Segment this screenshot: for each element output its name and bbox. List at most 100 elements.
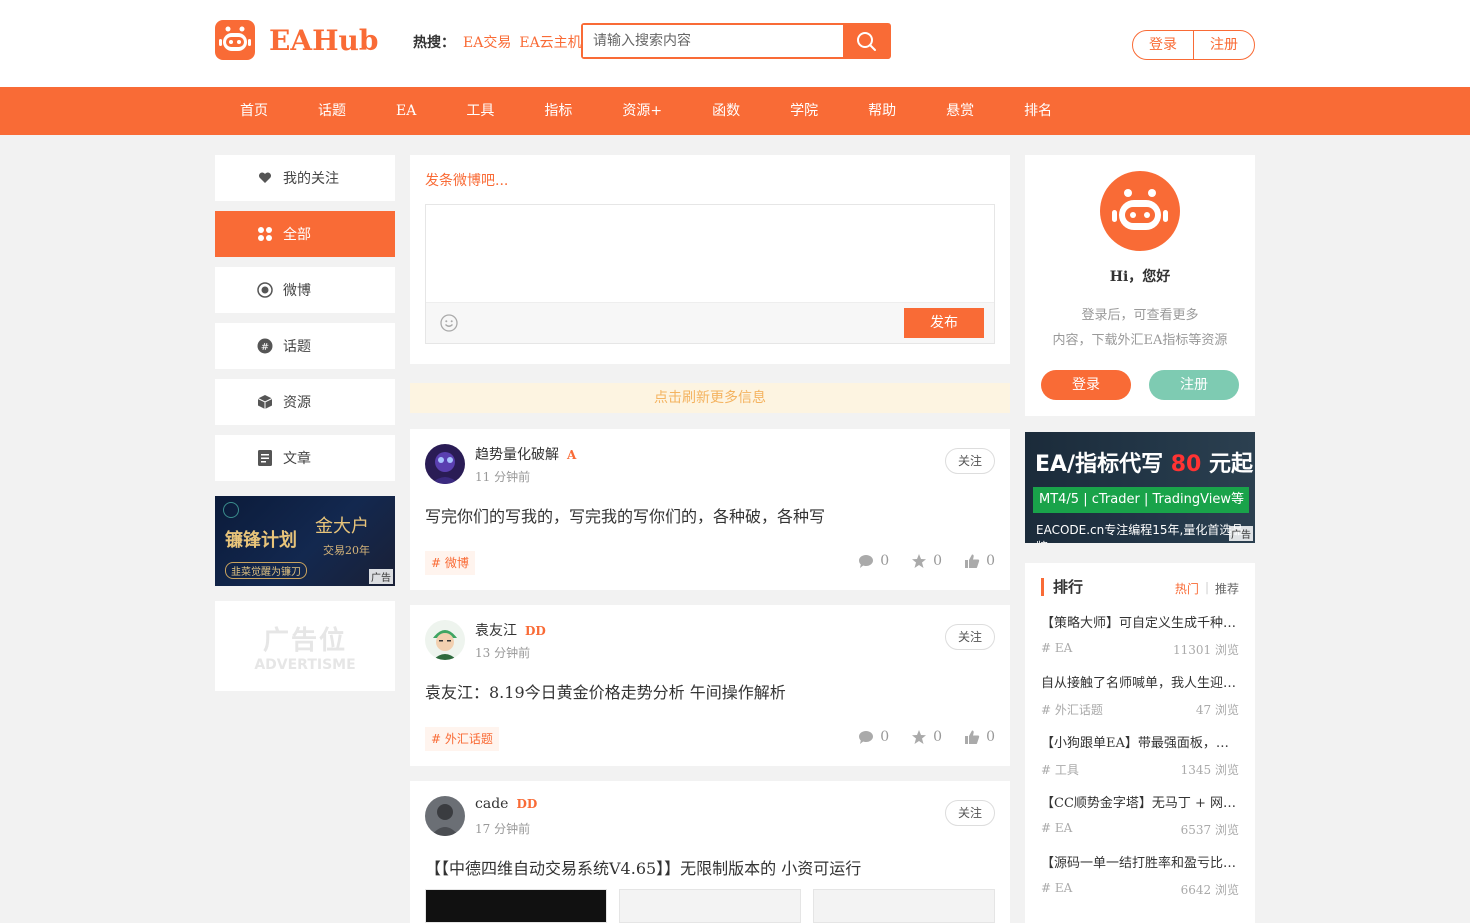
follow-button[interactable]: 关注	[945, 800, 995, 826]
ranking-item-title[interactable]: 【策略大师】可自定义生成千种…	[1041, 612, 1239, 631]
greeting: Hi，您好	[1109, 269, 1171, 285]
ranking-item-tag[interactable]: # 外汇话题	[1041, 701, 1103, 718]
nav-item-bounty[interactable]: 悬赏	[921, 87, 999, 135]
topic-tag[interactable]: # 外汇话题	[425, 727, 499, 751]
ad-placeholder-title: 广告位	[262, 625, 347, 656]
ad-text: 元起	[1201, 452, 1254, 477]
username[interactable]: cade DD	[475, 796, 537, 812]
ranking-item-tag[interactable]: # EA	[1041, 641, 1072, 658]
post-composer: 发条微博吧... 发布	[410, 155, 1010, 364]
hot-search-link[interactable]: EA云主机	[519, 32, 581, 52]
like-stat[interactable]: 0	[964, 729, 995, 745]
username[interactable]: 袁友江 DD	[475, 620, 546, 640]
follow-button[interactable]: 关注	[945, 448, 995, 474]
ranking-item[interactable]: 【源码一单一结打胜率和盈亏比… # EA 6642 浏览	[1041, 852, 1239, 898]
avatar[interactable]	[425, 444, 465, 484]
nav-item-tools[interactable]: 工具	[441, 87, 519, 135]
comment-stat[interactable]: 0	[858, 553, 889, 569]
nav-item-academy[interactable]: 学院	[765, 87, 843, 135]
right-sidebar: Hi，您好 登录后，可查看更多 内容，下载外汇EA指标等资源 登录 注册	[1025, 155, 1255, 416]
ad-text: 镰锋计划	[225, 530, 297, 551]
ranking-item-tag[interactable]: # EA	[1041, 881, 1072, 898]
refresh-more-button[interactable]: 点击刷新更多信息	[410, 383, 1010, 413]
composer-textarea[interactable]: 发布	[425, 204, 995, 344]
ranking-item-title[interactable]: 【小狗跟单EA】带最强面板，…	[1041, 732, 1239, 751]
avatar[interactable]	[425, 796, 465, 836]
robot-logo-icon	[215, 20, 255, 60]
post-images	[425, 889, 995, 923]
ad-text: 金大户	[315, 516, 369, 537]
nav-item-home[interactable]: 首页	[215, 87, 293, 135]
search-button[interactable]	[843, 25, 889, 57]
hot-search-label: 热搜：	[413, 35, 455, 51]
publish-button[interactable]: 发布	[904, 308, 984, 338]
sidebar-item-articles[interactable]: 文章	[215, 435, 395, 481]
post-content[interactable]: 【【中德四维自动交易系统V4.65】】无限制版本的 小资可运行	[425, 855, 995, 879]
hashtag-icon: #	[257, 338, 273, 354]
nav-item-functions[interactable]: 函数	[687, 87, 765, 135]
login-button[interactable]: 登录	[1133, 31, 1194, 59]
ranking-item-tag[interactable]: # EA	[1041, 821, 1072, 838]
sidebar-item-topics[interactable]: # 话题	[215, 323, 395, 369]
hot-search-link[interactable]: EA交易	[463, 32, 511, 52]
profile-login-button[interactable]: 登录	[1041, 370, 1131, 400]
ranking-item-title[interactable]: 自从接触了名师喊单，我人生迎…	[1041, 672, 1239, 691]
post-content[interactable]: 袁友江：8.19今日黄金价格走势分析 午间操作解析	[425, 679, 995, 703]
star-icon	[912, 554, 927, 568]
sidebar-item-all[interactable]: 全部	[215, 211, 395, 257]
ad-platforms: MT4/5 | cTrader | TradingView等	[1033, 487, 1249, 513]
login-prompt-line: 登录后，可查看更多	[1081, 308, 1199, 323]
ranking-item[interactable]: 【策略大师】可自定义生成千种… # EA 11301 浏览	[1041, 612, 1239, 658]
nav-item-indicators[interactable]: 指标	[519, 87, 597, 135]
follow-button[interactable]: 关注	[945, 624, 995, 650]
profile-card: Hi，您好 登录后，可查看更多 内容，下载外汇EA指标等资源 登录 注册	[1025, 155, 1255, 416]
topic-tag[interactable]: # 微博	[425, 551, 475, 575]
username[interactable]: 趋势量化破解 A	[475, 444, 576, 464]
left-ad-banner[interactable]: 镰锋计划 金大户 交易20年 韭菜觉醒为镰刀 广告	[215, 496, 395, 586]
ranking-item[interactable]: 【小狗跟单EA】带最强面板，… # 工具 1345 浏览	[1041, 732, 1239, 778]
profile-register-button[interactable]: 注册	[1149, 370, 1239, 400]
register-button[interactable]: 注册	[1194, 31, 1254, 59]
post-image-thumbnail[interactable]	[425, 889, 607, 923]
nav-item-help[interactable]: 帮助	[843, 87, 921, 135]
sidebar-item-resources[interactable]: 资源	[215, 379, 395, 425]
post-image-thumbnail[interactable]	[619, 889, 801, 923]
comment-count: 0	[880, 553, 890, 569]
post-content[interactable]: 写完你们的写我的，写完我的写你们的，各种破，各种写	[425, 503, 995, 527]
feed-item: 趋势量化破解 A 11 分钟前 关注 写完你们的写我的，写完我的写你们的，各种破，…	[410, 429, 1010, 590]
ranking-item-tag[interactable]: # 工具	[1041, 761, 1079, 778]
nav-item-ranking[interactable]: 排名	[999, 87, 1077, 135]
post-image-thumbnail[interactable]	[813, 889, 995, 923]
nav-item-topics[interactable]: 话题	[293, 87, 371, 135]
ranking-item-title[interactable]: 【源码一单一结打胜率和盈亏比…	[1041, 852, 1239, 871]
ad-headline: EA/指标代写 80 元起	[1035, 446, 1253, 478]
sidebar-item-weibo[interactable]: 微博	[215, 267, 395, 313]
nav-item-ea[interactable]: EA	[371, 87, 441, 135]
ranking-item-title[interactable]: 【CC顺势金字塔】无马丁 + 网…	[1041, 792, 1239, 811]
login-prompt: 登录后，可查看更多 内容，下载外汇EA指标等资源	[1025, 303, 1255, 353]
search-input[interactable]	[583, 25, 843, 57]
site-logo[interactable]: EAHub	[215, 20, 378, 60]
ranking-item[interactable]: 自从接触了名师喊单，我人生迎… # 外汇话题 47 浏览	[1041, 672, 1239, 718]
tab-hot[interactable]: 热门	[1175, 580, 1199, 597]
svg-text:#: #	[261, 342, 269, 353]
emoji-icon[interactable]	[440, 314, 458, 336]
heart-icon	[257, 170, 273, 186]
ranking-item-views: 1345 浏览	[1180, 763, 1239, 777]
tab-recommended[interactable]: 推荐	[1215, 580, 1239, 597]
avatar[interactable]	[425, 620, 465, 660]
favorite-stat[interactable]: 0	[911, 729, 942, 745]
sidebar-item-following[interactable]: 我的关注	[215, 155, 395, 201]
ranking-item-views: 6537 浏览	[1180, 823, 1239, 837]
nav-item-resources[interactable]: 资源+	[597, 87, 687, 135]
ranking-item[interactable]: 【CC顺势金字塔】无马丁 + 网… # EA 6537 浏览	[1041, 792, 1239, 838]
ad-placeholder-subtitle: ADVERTISME	[254, 656, 356, 673]
favorite-stat[interactable]: 0	[911, 553, 942, 569]
ad-placeholder[interactable]: 广告位 ADVERTISME	[215, 601, 395, 691]
thumbs-up-icon	[965, 730, 980, 744]
right-ad-banner[interactable]: EA/指标代写 80 元起 MT4/5 | cTrader | TradingV…	[1025, 432, 1255, 543]
post-time: 17 分钟前	[475, 822, 531, 836]
like-stat[interactable]: 0	[964, 553, 995, 569]
comment-stat[interactable]: 0	[858, 729, 889, 745]
username-text: 袁友江	[475, 623, 517, 639]
